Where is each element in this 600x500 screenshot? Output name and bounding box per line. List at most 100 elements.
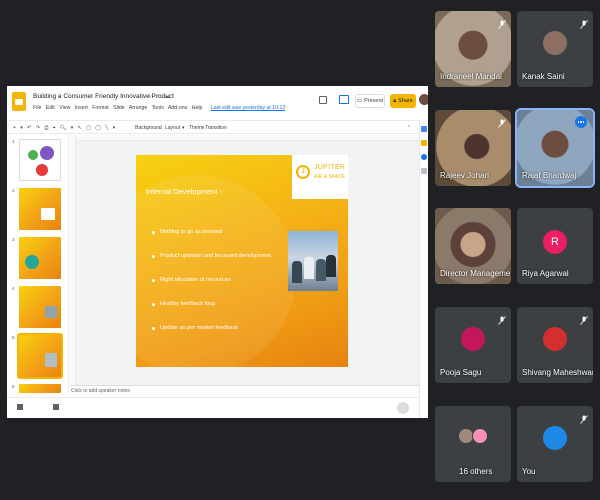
collapse-toolbar-icon[interactable]: ⌃ <box>407 125 411 131</box>
mic-off-icon <box>580 411 588 424</box>
participant-name: Kanak Saini <box>522 72 565 81</box>
activity-dashboard-icon[interactable] <box>319 96 327 104</box>
share-label: Share <box>398 98 413 104</box>
slide-thumbnail-4[interactable] <box>19 286 61 328</box>
shared-presentation-window: Building a Consumer Friendly Innovative … <box>7 86 428 418</box>
filmstrip-view-icon[interactable] <box>53 404 59 410</box>
present-label: Present <box>364 98 384 104</box>
thumb-graphic <box>45 306 57 318</box>
participant-tile-pooja[interactable]: Pooja Sagu <box>435 307 511 383</box>
menu-addons[interactable]: Add-ons <box>168 105 187 111</box>
mic-off-icon <box>580 16 588 29</box>
layout-caret-icon[interactable]: ▾ <box>182 125 185 131</box>
participant-tile-kanak[interactable]: Kanak Saini <box>517 11 593 87</box>
slides-header: Building a Consumer Friendly Innovative … <box>7 86 428 119</box>
account-avatar[interactable] <box>419 94 428 105</box>
present-to-meeting-icon[interactable] <box>339 95 349 104</box>
participant-name: Shivang Maheshwari <box>522 368 593 377</box>
bullet-dot-icon <box>152 326 155 330</box>
slide-thumbnail-3[interactable] <box>19 237 61 279</box>
thumb-number: 6 <box>12 384 15 389</box>
star-icon[interactable]: ☆ <box>147 93 152 100</box>
menu-slide[interactable]: Slide <box>113 105 125 111</box>
document-title[interactable]: Building a Consumer Friendly Innovative … <box>33 93 174 100</box>
explore-icon[interactable] <box>397 402 409 414</box>
slides-logo-icon[interactable] <box>12 92 26 111</box>
last-edit-link[interactable]: Last edit was yesterday at 10:13 <box>211 105 285 111</box>
bullet-item: Nothing to go as planned <box>152 229 222 235</box>
participant-name: Rajeev Johari <box>440 171 489 180</box>
menu-tools[interactable]: Tools <box>152 105 164 111</box>
menu-view[interactable]: View <box>59 105 70 111</box>
present-button[interactable]: ▭ Present <box>355 94 385 108</box>
thumb-number: 4 <box>12 286 15 291</box>
thumb-graphic <box>25 255 39 269</box>
bullet-text: Right allocation of resources <box>160 277 231 283</box>
speaker-notes[interactable]: Click to add speaker notes <box>70 385 419 397</box>
menu-arrange[interactable]: Arrange <box>129 105 147 111</box>
participant-avatar <box>461 327 485 351</box>
grid-view-icon[interactable] <box>17 404 23 410</box>
participant-avatar <box>543 31 567 55</box>
participant-avatar: R <box>543 230 567 254</box>
thumb-graphic <box>28 150 38 160</box>
menu-format[interactable]: Format <box>92 105 108 111</box>
person-figure <box>292 261 302 283</box>
person-figure <box>326 255 336 277</box>
bullet-text: Healthy feedback loop <box>160 301 216 307</box>
slide-thumbnail-5[interactable] <box>17 333 63 379</box>
share-button[interactable]: 🔒︎ Share <box>390 94 416 108</box>
participant-tile-indraneel[interactable]: Indraneel Mandal <box>435 11 511 87</box>
participant-tile-director[interactable]: Director Manageme... <box>435 208 511 284</box>
calendar-icon[interactable] <box>421 126 427 132</box>
bullet-text: Product updation and focussed developmen… <box>160 253 271 259</box>
theme-button[interactable]: Theme <box>189 125 205 131</box>
bullet-item: Healthy feedback loop <box>152 301 215 307</box>
participant-name: Director Manageme... <box>440 269 511 278</box>
participant-tile-rajat[interactable]: Rajat Bhardwaj <box>515 108 595 188</box>
toolbar-icon-group[interactable]: + ▾ ↶ ↷ ⎙ ⌖ 🔍︎ ▾ ↖ ▢ ◯ ╲ ▾ <box>13 125 117 131</box>
vertical-ruler <box>70 135 76 385</box>
slide-thumbnail-6[interactable] <box>19 384 61 393</box>
participant-name: Indraneel Mandal <box>440 72 502 81</box>
participant-tile-others[interactable]: 16 others <box>435 406 511 482</box>
move-folder-icon[interactable]: ▭ <box>156 93 162 100</box>
horizontal-ruler <box>70 135 419 141</box>
menu-insert[interactable]: Insert <box>75 105 88 111</box>
add-on-icon[interactable] <box>421 168 427 174</box>
slide-thumbnail-1[interactable] <box>19 139 61 181</box>
slide-heading: Internal Development - <box>146 187 222 196</box>
participant-tile-shivang[interactable]: Shivang Maheshwari <box>517 307 593 383</box>
cloud-status-icon: ☁ <box>164 94 170 100</box>
others-avatar-stack <box>458 428 490 446</box>
tasks-icon[interactable] <box>421 154 427 160</box>
participant-tile-you[interactable]: You <box>517 406 593 482</box>
current-slide[interactable]: J JUPITER AIR & SPACE Internal Developme… <box>136 155 348 367</box>
menu-edit[interactable]: Edit <box>46 105 55 111</box>
slide-thumbnail-2[interactable] <box>19 188 61 230</box>
menu-file[interactable]: File <box>33 105 41 111</box>
bullet-dot-icon <box>152 254 155 258</box>
participant-tile-riya[interactable]: R Riya Agarwal <box>517 208 593 284</box>
background-button[interactable]: Background <box>135 125 162 131</box>
thumb-graphic <box>36 164 48 176</box>
thumb-graphic <box>45 353 57 367</box>
participant-name: You <box>522 467 536 476</box>
menu-help[interactable]: Help <box>192 105 203 111</box>
bullet-text: Nothing to go as planned <box>160 229 223 235</box>
thumb-graphic <box>41 208 55 220</box>
bullet-item: Right allocation of resources <box>152 277 231 283</box>
thumb-number: 1 <box>12 139 15 144</box>
mic-off-icon <box>580 312 588 325</box>
bullet-dot-icon <box>152 302 155 306</box>
participant-avatar <box>543 426 567 450</box>
more-options-icon[interactable] <box>575 116 587 128</box>
participant-tile-rajeev[interactable]: Rajeev Johari <box>435 110 511 186</box>
slide-filmstrip: 1 2 3 4 5 6 <box>7 135 69 393</box>
keep-icon[interactable] <box>421 140 427 146</box>
person-figure <box>304 257 314 279</box>
transition-button[interactable]: Transition <box>205 125 227 131</box>
present-icon: ▭ <box>356 98 363 104</box>
bullet-item: Update as per market feedback <box>152 325 238 331</box>
layout-button[interactable]: Layout <box>165 125 180 131</box>
